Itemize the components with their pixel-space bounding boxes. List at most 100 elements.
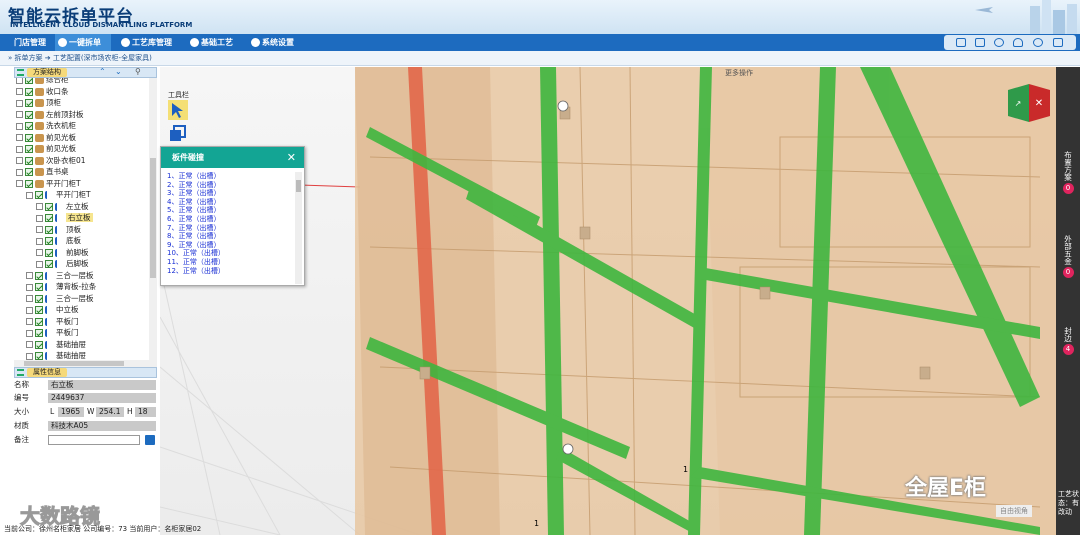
tree-item[interactable]: 直书桌 xyxy=(16,166,69,178)
checkbox[interactable] xyxy=(35,352,43,360)
select-cursor-icon[interactable] xyxy=(168,100,188,120)
image-icon[interactable] xyxy=(956,38,966,47)
width-field[interactable]: 254.1 xyxy=(96,407,124,417)
checkbox[interactable] xyxy=(25,145,33,153)
expand-toggle-icon[interactable] xyxy=(26,272,33,279)
tree-item[interactable]: 顶柜 xyxy=(16,97,61,109)
collision-item[interactable]: 12、正常（出槽） xyxy=(167,267,295,276)
tree-item[interactable]: 三合一层板 xyxy=(26,270,94,282)
collision-item[interactable]: 11、正常（出槽） xyxy=(167,258,295,267)
checkbox[interactable] xyxy=(45,260,53,268)
name-field[interactable]: 右立板 xyxy=(48,380,156,390)
expand-toggle-icon[interactable] xyxy=(16,134,23,141)
expand-toggle-icon[interactable] xyxy=(36,226,43,233)
expand-toggle-icon[interactable] xyxy=(16,145,23,153)
tree-item[interactable]: 次卧衣柜01 xyxy=(16,155,86,167)
tree-item[interactable]: 洗衣机柜 xyxy=(16,120,76,132)
breadcrumb-text[interactable]: 拆单方案 ➔ 工艺配置(深市场农柜-全屋家具) xyxy=(15,54,152,62)
expand-toggle-icon[interactable] xyxy=(36,203,43,210)
tree-horizontal-scrollbar[interactable] xyxy=(14,360,157,367)
tree-item[interactable]: 左前顶封板 xyxy=(16,109,84,121)
checkbox[interactable] xyxy=(25,156,33,165)
expand-toggle-icon[interactable] xyxy=(36,249,43,256)
checkbox[interactable] xyxy=(45,248,53,257)
nav-one-click-split[interactable]: 一键拆单 xyxy=(55,34,111,51)
user-icon[interactable] xyxy=(1013,38,1023,47)
checkbox[interactable] xyxy=(35,317,43,326)
collision-item[interactable]: 8、正常（出槽） xyxy=(167,232,295,241)
expand-toggle-icon[interactable] xyxy=(26,191,33,199)
tree-item[interactable]: 顶板 xyxy=(36,224,81,236)
collision-item[interactable]: 1、正常（出槽） xyxy=(167,172,295,181)
expand-toggle-icon[interactable] xyxy=(26,306,33,314)
checkbox[interactable] xyxy=(25,168,33,176)
copy-tool-icon[interactable] xyxy=(168,124,188,144)
material-field[interactable]: 科技木A05 xyxy=(48,421,156,431)
tree-item[interactable]: 底板 xyxy=(36,235,81,247)
checkbox[interactable] xyxy=(25,179,33,188)
expand-toggle-icon[interactable] xyxy=(26,283,33,291)
tree-item[interactable]: 前脚板 xyxy=(36,247,89,259)
view-cube-icon[interactable]: ↗ ✕ xyxy=(1008,84,1050,122)
checkbox[interactable] xyxy=(35,340,43,349)
note-input[interactable] xyxy=(48,435,140,445)
tree-item[interactable]: 后脚板 xyxy=(36,258,89,270)
expand-toggle-icon[interactable] xyxy=(26,295,33,302)
chat-icon[interactable] xyxy=(994,38,1004,47)
checkbox[interactable] xyxy=(35,271,43,280)
tab-external-hardware[interactable]: 外部五金 0 xyxy=(1056,235,1080,278)
3d-viewport[interactable]: 更多操作 1 1 xyxy=(160,67,1056,535)
collision-item[interactable]: 5、正常（出槽） xyxy=(167,206,295,215)
expand-toggle-icon[interactable] xyxy=(36,260,43,268)
tree-item[interactable]: 平开门柜T xyxy=(26,189,91,201)
tree-item[interactable]: 基础抽屉 xyxy=(26,350,86,360)
dialog-scrollbar[interactable] xyxy=(295,172,302,284)
nav-basic-craft[interactable]: 基础工艺 xyxy=(187,34,243,51)
checkbox[interactable] xyxy=(35,329,43,337)
tree-item[interactable]: 左立板 xyxy=(36,201,89,213)
exit-icon[interactable] xyxy=(1053,38,1063,47)
perspective-select[interactable]: 自由视角 xyxy=(996,505,1032,517)
checkbox[interactable] xyxy=(45,237,53,245)
checkbox[interactable] xyxy=(35,283,43,291)
height-field[interactable]: 18 xyxy=(135,407,156,417)
expand-all-icon[interactable]: ⌄ xyxy=(115,67,122,76)
checkbox[interactable] xyxy=(25,99,33,107)
collision-item[interactable]: 2、正常（出槽） xyxy=(167,181,295,190)
checkbox[interactable] xyxy=(45,214,53,222)
nav-craft-library[interactable]: 工艺库管理 xyxy=(118,34,182,51)
more-actions-button[interactable]: 更多操作 xyxy=(725,68,753,78)
document-icon[interactable] xyxy=(975,38,985,47)
code-field[interactable]: 2449637 xyxy=(48,393,156,403)
nav-store-management[interactable]: 门店管理 xyxy=(0,34,52,51)
collision-item[interactable]: 3、正常（出槽） xyxy=(167,189,295,198)
checkbox[interactable] xyxy=(25,133,33,142)
save-icon[interactable] xyxy=(145,435,155,445)
gear-icon[interactable] xyxy=(1033,38,1043,47)
expand-toggle-icon[interactable] xyxy=(16,122,23,130)
expand-toggle-icon[interactable] xyxy=(16,111,23,118)
nav-system-settings[interactable]: 系统设置 xyxy=(248,34,308,51)
length-field[interactable]: 1965 xyxy=(58,407,84,417)
tree-item[interactable]: 中立板 xyxy=(26,304,79,316)
tree-item[interactable]: 平板门 xyxy=(26,316,79,328)
tree-item[interactable]: 平开门柜T xyxy=(16,178,81,190)
menu-icon[interactable] xyxy=(17,69,24,76)
tree-item[interactable]: 前见光板 xyxy=(16,132,76,144)
expand-toggle-icon[interactable] xyxy=(16,168,23,176)
checkbox[interactable] xyxy=(25,122,33,130)
collision-item[interactable]: 7、正常（出槽） xyxy=(167,224,295,233)
tree-item[interactable]: 平板门 xyxy=(26,327,79,339)
checkbox[interactable] xyxy=(45,225,53,234)
expand-toggle-icon[interactable] xyxy=(16,88,23,95)
checkbox[interactable] xyxy=(35,191,43,199)
tab-layout-plan[interactable]: 布置方案 0 xyxy=(1056,151,1080,194)
checkbox[interactable] xyxy=(35,294,43,303)
expand-toggle-icon[interactable] xyxy=(26,318,33,325)
tab-edge-banding[interactable]: 封边 4 xyxy=(1056,327,1080,355)
tree-item[interactable]: 三合一层板 xyxy=(26,293,94,305)
expand-toggle-icon[interactable] xyxy=(16,78,23,84)
close-icon[interactable]: ✕ xyxy=(287,147,296,168)
tree-item[interactable]: 薄背板-拉条 xyxy=(26,281,96,293)
expand-toggle-icon[interactable] xyxy=(26,329,33,337)
